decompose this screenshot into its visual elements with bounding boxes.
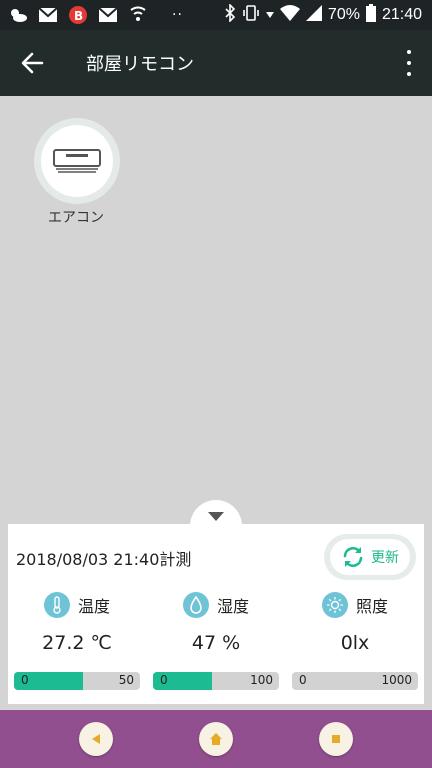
refresh-icon xyxy=(343,547,363,567)
sensor-bar: 0 100 xyxy=(153,672,279,690)
refresh-label: 更新 xyxy=(371,550,399,566)
dot xyxy=(407,72,411,76)
sensor-temperature: 温度 27.2 ℃ 0 50 xyxy=(14,592,140,690)
vibrate-icon xyxy=(242,4,260,26)
clock: 21:40 xyxy=(381,6,422,23)
b-app-icon: B xyxy=(68,6,88,24)
water-drop-icon xyxy=(182,592,209,618)
measured-timestamp: 2018/08/03 21:40計測 xyxy=(16,550,192,569)
bar-max: 50 xyxy=(118,673,134,687)
system-status: 70% 21:40 xyxy=(224,3,422,26)
status-bar: B ·· 70% 21:40 xyxy=(0,0,432,30)
sensor-bar: 0 1000 xyxy=(292,672,418,690)
sensor-name: 温度 xyxy=(77,597,110,616)
battery-level: 70% xyxy=(327,6,360,23)
wifi-icon xyxy=(279,5,300,25)
sensor-name: 湿度 xyxy=(216,597,249,616)
sensor-panel: 2018/08/03 21:40計測 更新 温度 27.2 ℃ 0 50 湿度 … xyxy=(8,524,424,704)
svg-text:B: B xyxy=(74,9,83,23)
battery-icon xyxy=(365,4,376,26)
sensor-bar: 0 50 xyxy=(14,672,140,690)
sensor-value: 47 % xyxy=(191,632,241,654)
nav-back-button[interactable] xyxy=(79,722,113,756)
page-title: 部屋リモコン xyxy=(86,54,194,75)
overflow-menu-button[interactable] xyxy=(404,50,414,76)
gmail-icon xyxy=(38,6,58,24)
weather-icon xyxy=(8,6,28,24)
dot xyxy=(407,61,411,65)
nav-recents-button[interactable] xyxy=(319,722,353,756)
sensor-header: 温度 xyxy=(14,592,140,618)
app-bar: 部屋リモコン xyxy=(0,30,432,96)
sensor-header: 湿度 xyxy=(153,592,279,618)
sensor-value: 27.2 ℃ xyxy=(42,632,112,654)
dot xyxy=(407,50,411,54)
refresh-button-inner: 更新 xyxy=(330,539,410,575)
device-inner xyxy=(41,125,113,197)
bar-max: 1000 xyxy=(381,673,412,687)
refresh-button[interactable]: 更新 xyxy=(324,534,416,580)
notification-icons: B ·· xyxy=(8,4,183,26)
thermometer-icon xyxy=(43,592,70,618)
device-button[interactable] xyxy=(34,118,120,204)
sensor-header: 照度 xyxy=(292,592,418,618)
sensor-illuminance: 照度 0lx 0 1000 xyxy=(292,592,418,690)
chevron-down-icon xyxy=(208,511,224,521)
wifi-call-icon xyxy=(128,6,148,24)
home-icon xyxy=(210,733,222,745)
nav-home-button[interactable] xyxy=(199,722,233,756)
sensor-name: 照度 xyxy=(355,597,388,616)
back-button[interactable] xyxy=(18,49,48,77)
device-tile-aircon[interactable]: エアコン xyxy=(34,118,122,227)
sensor-humidity: 湿度 47 % 0 100 xyxy=(153,592,279,690)
bar-min: 0 xyxy=(299,673,307,687)
square-icon xyxy=(332,735,340,743)
more-notifications-icon: ·· xyxy=(172,7,183,23)
navigation-bar xyxy=(0,710,432,768)
bluetooth-icon xyxy=(224,3,236,26)
data-arrow-icon xyxy=(265,4,274,26)
sensor-value: 0lx xyxy=(340,632,370,654)
bar-max: 100 xyxy=(250,673,273,687)
air-conditioner-icon xyxy=(53,149,101,173)
signal-icon xyxy=(305,5,322,25)
triangle-left-icon xyxy=(92,734,100,744)
sun-icon xyxy=(321,592,348,618)
device-label: エアコン xyxy=(48,210,104,226)
back-arrow-icon xyxy=(21,52,44,74)
bar-min: 0 xyxy=(160,673,168,687)
gmail-icon xyxy=(98,6,118,24)
bar-min: 0 xyxy=(21,673,29,687)
